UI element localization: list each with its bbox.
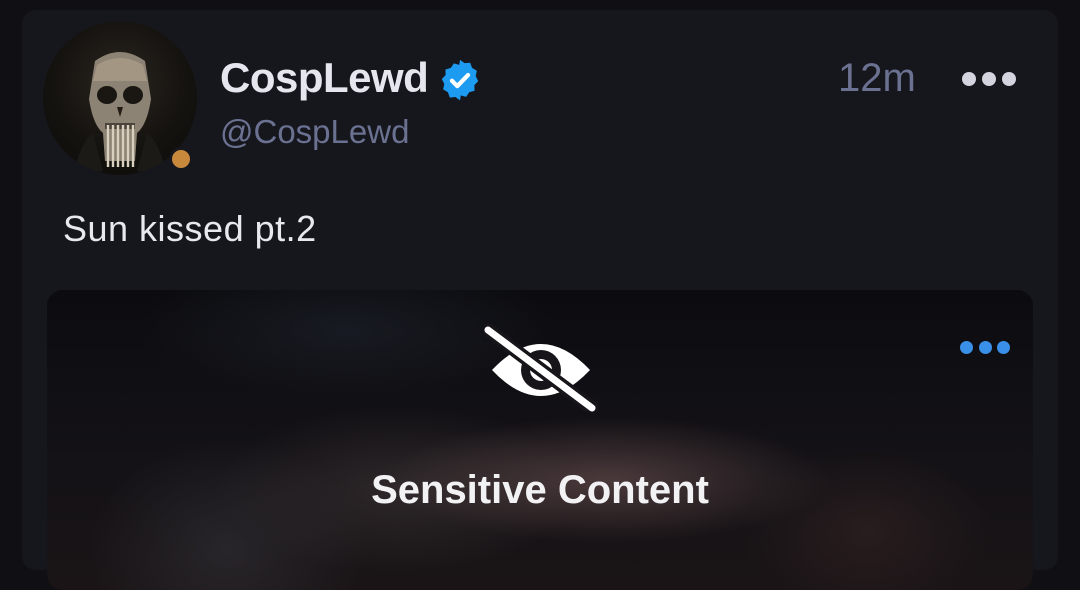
post-text: Sun kissed pt.2 — [63, 208, 317, 249]
more-dot-icon — [978, 340, 992, 354]
post-more-options-button[interactable] — [962, 68, 1016, 90]
more-dot-icon — [982, 72, 996, 86]
post-timestamp: 12m — [838, 56, 916, 100]
media-more-options-button[interactable] — [960, 339, 1010, 355]
sensitive-content-label: Sensitive Content — [371, 468, 709, 512]
online-status-dot — [169, 147, 193, 171]
verified-badge-icon — [441, 59, 479, 101]
more-dot-icon — [960, 340, 973, 354]
author-display-name[interactable]: CospLewd — [220, 54, 429, 102]
author-handle[interactable]: @CospLewd — [220, 112, 409, 152]
more-dot-icon — [1002, 72, 1016, 86]
eye-off-icon — [484, 323, 598, 412]
more-dot-icon — [962, 72, 976, 86]
more-dot-icon — [997, 340, 1010, 354]
